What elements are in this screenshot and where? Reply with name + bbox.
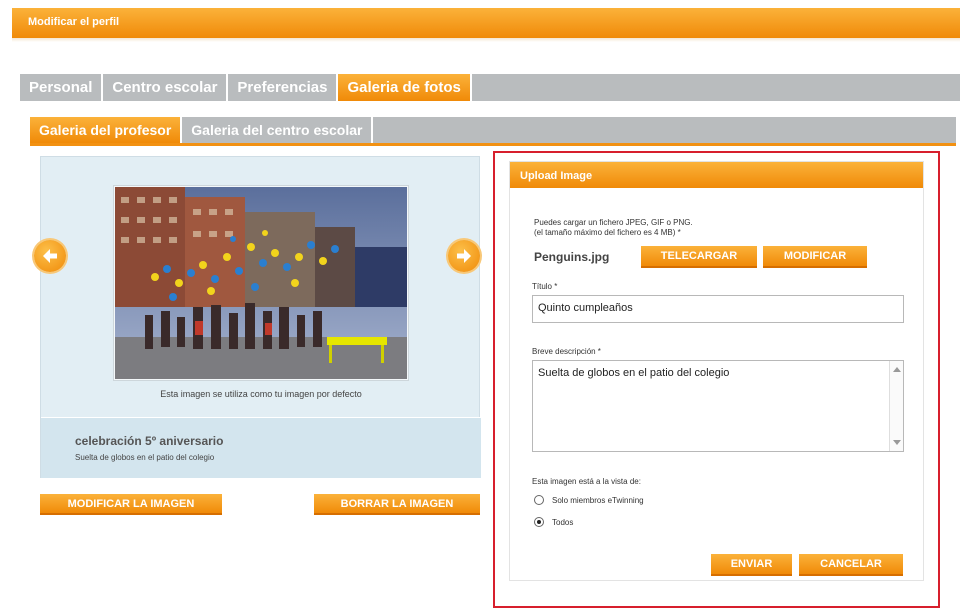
upload-button[interactable]: TELECARGAR [641,246,757,268]
change-file-button[interactable]: MODIFICAR [763,246,867,268]
gallery-panel: Esta imagen se utiliza como tu imagen po… [40,156,481,478]
tab-preferencias[interactable]: Preferencias [228,74,339,101]
arrow-right-icon [457,249,471,263]
scroll-down-icon[interactable] [893,440,901,445]
modify-image-button[interactable]: MODIFICAR LA IMAGEN [40,494,222,515]
gallery-photo [115,187,407,379]
photo-info: celebración 5º aniversario Suelta de glo… [41,418,481,478]
photo-title: celebración 5º aniversario [75,434,224,448]
arrow-left-icon [43,249,57,263]
description-scrollbar[interactable] [889,361,903,451]
delete-image-button[interactable]: BORRAR LA IMAGEN [314,494,480,515]
upload-dialog-heading: Upload Image [510,162,923,188]
description-textarea[interactable]: Suelta de globos en el patio del colegio [532,360,904,452]
visibility-option-all[interactable]: Todos [534,517,573,527]
send-button[interactable]: ENVIAR [711,554,792,576]
description-text: Suelta de globos en el patio del colegio [538,367,730,379]
description-label: Breve descripción * [532,347,601,356]
header-shadow [12,38,960,42]
radio-members[interactable] [534,495,544,505]
tab-centro-escolar[interactable]: Centro escolar [103,74,229,101]
upload-dialog-title: Upload Image [520,170,593,182]
upload-help-line-1: Puedes cargar un fichero JPEG, GIF o PNG… [534,218,693,227]
cancel-button[interactable]: CANCELAR [799,554,903,576]
option-all-label: Todos [552,517,574,527]
balloons-photo-image [115,187,407,379]
title-label: Título * [532,282,558,291]
photo-frame [113,185,409,381]
page: Modificar el perfil Personal Centro esco… [0,0,960,616]
gallery-subtabs: Galeria del profesor Galeria del centro … [30,117,956,143]
upload-help-text: Puedes cargar un fichero JPEG, GIF o PNG… [534,218,693,238]
selected-filename: Penguins.jpg [534,250,610,264]
page-header: Modificar el perfil [12,8,960,38]
scroll-up-icon[interactable] [893,367,901,372]
next-image-button[interactable] [448,240,480,272]
tab-personal[interactable]: Personal [20,74,104,101]
default-image-caption: Esta imagen se utiliza como tu imagen po… [160,389,362,399]
main-tabs: Personal Centro escolar Preferencias Gal… [20,74,960,101]
subtab-galeria-profesor[interactable]: Galeria del profesor [30,117,183,143]
option-members-label: Solo miembros eTwinning [552,495,644,505]
radio-all[interactable] [534,517,544,527]
page-title: Modificar el perfil [28,16,120,28]
previous-image-button[interactable] [34,240,66,272]
visibility-label: Esta imagen está a la vista de: [532,477,641,486]
subtab-galeria-centro[interactable]: Galeria del centro escolar [182,117,374,143]
upload-help-line-2: (el tamaño máximo del fichero es 4 MB) * [534,228,681,237]
tab-galeria-de-fotos[interactable]: Galeria de fotos [338,74,472,101]
subtab-underline [30,143,956,146]
photo-description: Suelta de globos en el patio del colegio [75,453,215,462]
title-input[interactable]: Quinto cumpleaños [532,295,904,323]
visibility-option-members[interactable]: Solo miembros eTwinning [534,495,644,505]
